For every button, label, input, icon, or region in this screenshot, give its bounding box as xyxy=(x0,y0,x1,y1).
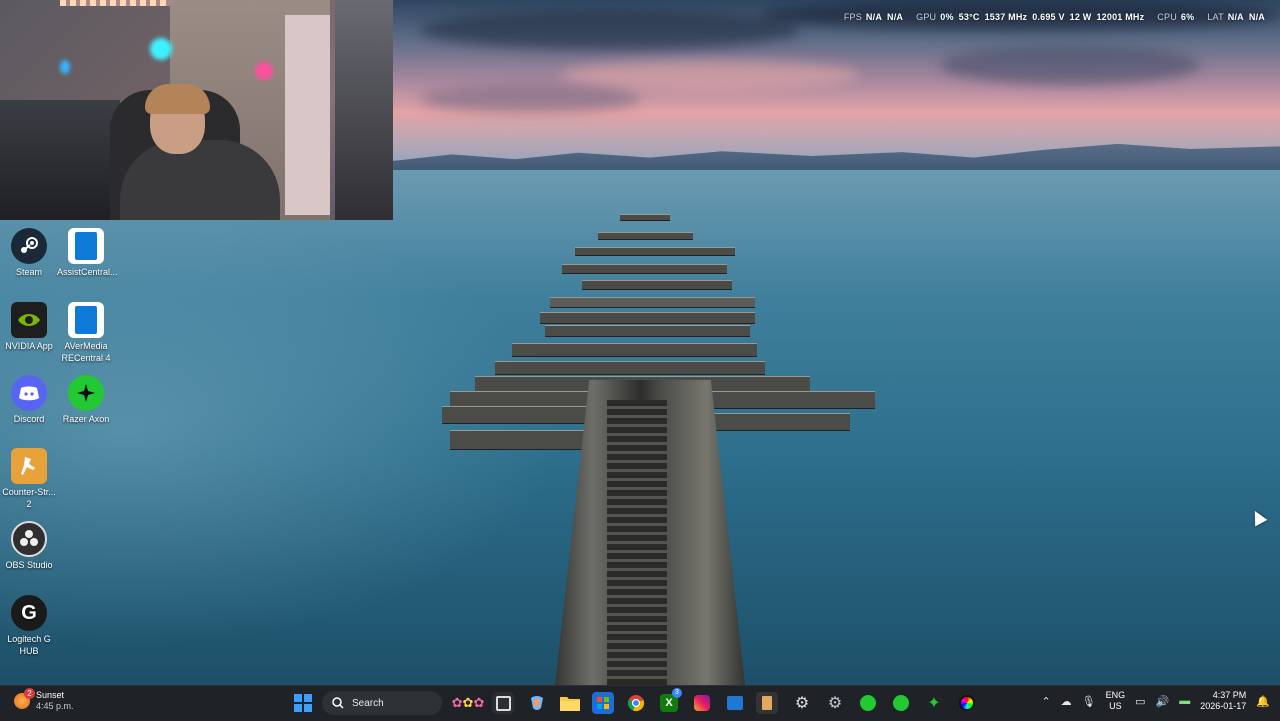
color-wheel-icon[interactable] xyxy=(956,692,978,714)
counter-strike-icon xyxy=(11,448,47,484)
outlook-icon[interactable] xyxy=(724,692,746,714)
clock-time: 4:37 PM xyxy=(1212,690,1247,700)
search-box[interactable]: Search xyxy=(322,691,442,715)
language-label: ENG xyxy=(1105,690,1126,700)
fps-label: FPS xyxy=(843,12,862,22)
desktop-icon-logitech-g-hub[interactable]: G Logitech G HUB xyxy=(0,595,58,657)
settings-icon[interactable]: ⚙ xyxy=(824,692,846,714)
weather-time: 4:45 p.m. xyxy=(36,701,74,711)
razer-axon-icon xyxy=(68,375,104,411)
onedrive-icon[interactable]: ☁ xyxy=(1061,695,1072,708)
search-placeholder: Search xyxy=(352,697,384,709)
desktop-icon-label: AssistCentral... xyxy=(57,267,118,277)
discord-icon xyxy=(11,375,47,411)
latency-label: LAT xyxy=(1207,12,1224,22)
assistcentral-icon xyxy=(68,228,104,264)
logitech-g-icon: G xyxy=(11,595,47,631)
desktop-icon-label: AVerMedia RECentral 4 xyxy=(61,341,111,363)
battery-icon[interactable]: ▬ xyxy=(1179,695,1190,707)
system-tray: ⌃ ☁ 🎙 ENG US ▭ 🔊 ▬ 4:37 PM 2026-01-17 🔔 xyxy=(1041,690,1270,712)
region-label: US xyxy=(1109,701,1122,711)
gpu-load: 0% xyxy=(940,12,954,22)
latency-value-2: N/A xyxy=(1248,12,1265,22)
gpu-memory-clock: 12001 MHz xyxy=(1096,12,1145,22)
desktop-icon-label: Counter-Str... 2 xyxy=(2,487,56,509)
avermedia-icon xyxy=(68,302,104,338)
razer-synapse-icon[interactable] xyxy=(857,692,879,714)
display-icon[interactable]: ▭ xyxy=(1135,695,1145,708)
widgets-flowers-icon[interactable]: ✿ ✿ ✿ xyxy=(450,692,486,714)
desktop-icon-discord[interactable]: Discord xyxy=(0,375,58,425)
xbox-icon[interactable]: X3 xyxy=(658,688,682,714)
latency-value: N/A xyxy=(1227,12,1244,22)
fps-value-2: N/A xyxy=(887,12,904,22)
desktop-icon-avermedia[interactable]: AVerMedia RECentral 4 xyxy=(57,302,115,364)
xbox-badge: 3 xyxy=(672,688,682,698)
desktop-icon-steam[interactable]: Steam xyxy=(0,228,58,278)
task-view-icon[interactable] xyxy=(492,692,514,714)
razer-cortex-icon[interactable] xyxy=(890,692,912,714)
gpu-temp: 53°C xyxy=(958,12,980,22)
desktop-icon-razer-axon[interactable]: Razer Axon xyxy=(57,375,115,425)
desktop-icon-label: Steam xyxy=(15,267,42,277)
weather-widget[interactable]: 2 Sunset 4:45 p.m. xyxy=(14,688,74,712)
file-explorer-icon[interactable] xyxy=(559,692,581,714)
steam-icon xyxy=(11,228,47,264)
obs-icon xyxy=(11,521,47,557)
desktop-icon-counter-strike[interactable]: Counter-Str... 2 xyxy=(0,448,58,510)
gpu-label: GPU xyxy=(916,12,937,22)
start-button[interactable] xyxy=(292,692,314,714)
nvidia-icon xyxy=(11,302,47,338)
volume-icon[interactable]: 🔊 xyxy=(1156,695,1170,708)
gpu-power: 12 W xyxy=(1069,12,1092,22)
gear-outline-icon[interactable]: ⚙ xyxy=(791,692,813,714)
sunset-icon: 2 xyxy=(14,688,35,709)
windows-icon xyxy=(294,694,312,712)
performance-overlay: FPS N/A N/A GPU 0% 53°C 1537 MHz 0.695 V… xyxy=(844,12,1270,22)
copilot-icon[interactable] xyxy=(526,692,548,714)
desktop-icon-label: Logitech G HUB xyxy=(7,634,51,656)
language-indicator[interactable]: ENG US xyxy=(1106,690,1126,712)
microsoft-store-icon[interactable] xyxy=(592,692,614,714)
gpu-clock: 1537 MHz xyxy=(984,12,1028,22)
cpu-load: 6% xyxy=(1180,12,1195,22)
fps-value: N/A xyxy=(865,12,883,22)
clock[interactable]: 4:37 PM 2026-01-17 xyxy=(1200,690,1246,712)
taskbar: 2 Sunset 4:45 p.m. Search ✿ ✿ ✿ X3 ⚙ ⚙ ✦ ⌃… xyxy=(0,685,1280,721)
microphone-icon[interactable]: 🎙 xyxy=(1082,695,1096,708)
desktop-icon-label: Razer Axon xyxy=(62,414,110,424)
desktop-icon-assistcentral[interactable]: AssistCentral... xyxy=(57,228,118,278)
desktop-icon-label: Discord xyxy=(13,414,45,424)
search-icon xyxy=(332,697,344,709)
notification-bell-icon[interactable]: 🔔 xyxy=(1256,695,1270,708)
instagram-icon[interactable] xyxy=(691,692,713,714)
notification-badge: 2 xyxy=(24,688,35,699)
recording-app-icon[interactable] xyxy=(756,692,778,714)
desktop-icon-obs-studio[interactable]: OBS Studio xyxy=(0,521,58,571)
desktop-icon-label: NVIDIA App xyxy=(5,341,53,351)
chevron-up-icon[interactable]: ⌃ xyxy=(1041,695,1050,708)
webcam-overlay xyxy=(0,0,393,220)
razer-axon-taskbar-icon[interactable]: ✦ xyxy=(923,692,945,714)
weather-title: Sunset xyxy=(36,690,65,700)
cpu-label: CPU xyxy=(1157,12,1177,22)
chrome-icon[interactable] xyxy=(625,692,647,714)
gpu-voltage: 0.695 V xyxy=(1032,12,1065,22)
clock-date: 2026-01-17 xyxy=(1200,701,1247,711)
desktop-icon-label: OBS Studio xyxy=(5,560,53,570)
desktop-icon-nvidia-app[interactable]: NVIDIA App xyxy=(0,302,58,352)
